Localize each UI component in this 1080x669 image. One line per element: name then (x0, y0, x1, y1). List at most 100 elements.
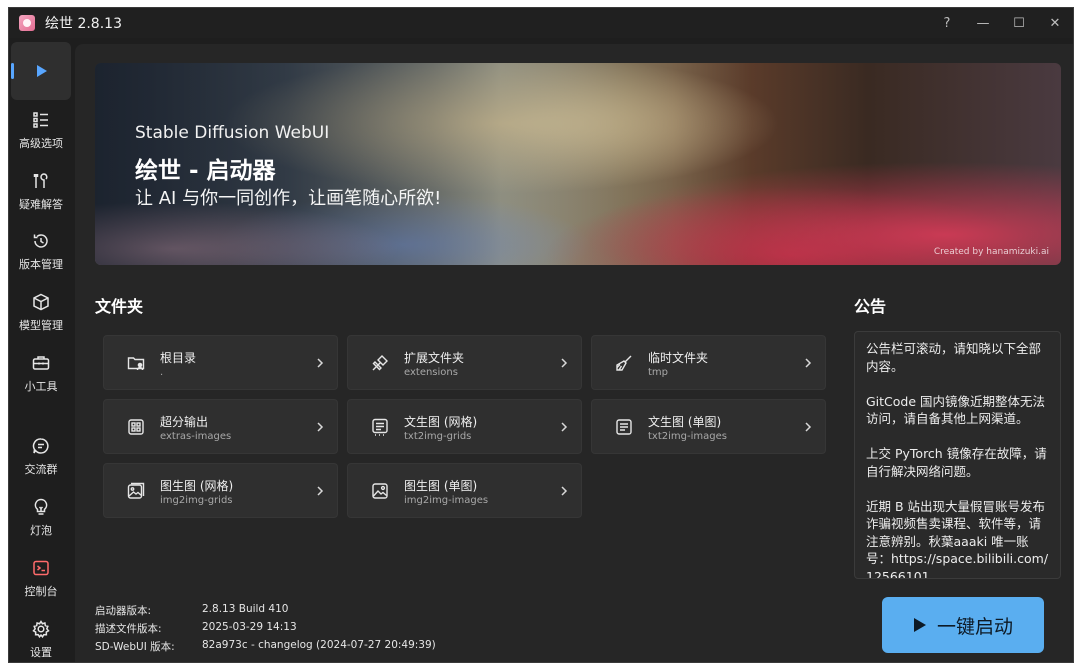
broom-icon (616, 355, 632, 371)
version-row-profile: 描述文件版本: 2025-03-29 14:13 (95, 621, 495, 637)
window-title: 绘世 2.8.13 (45, 16, 122, 32)
image-stack-icon (127, 482, 145, 499)
folders-heading: 文件夹 (95, 297, 144, 316)
play-icon (913, 618, 926, 632)
sidebar-item-label: 版本管理 (19, 257, 63, 271)
folder-card-img2img-grids[interactable]: 图生图 (网格) img2img-grids (103, 463, 338, 518)
version-value: 2025-03-29 14:13 (202, 621, 297, 633)
sidebar-item-label: 设置 (30, 645, 52, 659)
folder-name: 图生图 (单图) (404, 479, 478, 493)
version-key: 启动器版本: (95, 605, 152, 617)
folder-name: 文生图 (网格) (404, 415, 478, 429)
folder-person-icon (127, 357, 145, 371)
version-key: 描述文件版本: (95, 623, 162, 635)
sidebar-item-launch[interactable] (11, 42, 71, 100)
chevron-right-icon (317, 358, 324, 368)
sidebar-item-label: 交流群 (24, 462, 58, 476)
folder-path: . (160, 367, 164, 378)
folder-name: 扩展文件夹 (404, 351, 465, 365)
close-button[interactable]: ✕ (1037, 8, 1073, 38)
sidebar-item-console[interactable]: 控制台 (11, 549, 71, 607)
active-indicator (11, 63, 14, 79)
sidebar-item-models[interactable]: 模型管理 (11, 283, 71, 341)
launch-button-label: 一键启动 (936, 615, 1013, 638)
text-doc-icon (616, 419, 632, 435)
tools-icon (33, 172, 48, 188)
folder-name: 超分输出 (160, 415, 209, 429)
help-button[interactable]: ? (929, 8, 965, 38)
notice-heading: 公告 (854, 297, 887, 316)
help-icon: ? (943, 15, 951, 31)
minimize-icon: — (976, 15, 990, 31)
list-icon (33, 111, 48, 128)
banner-credit: Created by hanamizuki.ai (933, 247, 1049, 257)
banner-title: 绘世 - 启动器 (135, 158, 276, 184)
folder-path: extras-images (160, 431, 232, 442)
maximize-button[interactable]: ☐ (1001, 8, 1037, 38)
folder-path: img2img-grids (160, 495, 233, 506)
folder-card-extensions[interactable]: 扩展文件夹 extensions (347, 335, 582, 390)
version-row-webui: SD-WebUI 版本: 82a973c - changelog (2024-0… (95, 639, 495, 655)
chevron-right-icon (805, 358, 812, 368)
folder-card-txt2img-images[interactable]: 文生图 (单图) txt2img-images (591, 399, 826, 454)
sidebar-item-label: 灯泡 (30, 523, 52, 537)
folder-card-root[interactable]: 根目录 . (103, 335, 338, 390)
launch-button[interactable]: 一键启动 (882, 597, 1044, 653)
close-icon: ✕ (1049, 15, 1061, 31)
sidebar-item-tools[interactable]: 小工具 (11, 344, 71, 402)
folder-name: 文生图 (单图) (648, 415, 722, 429)
sidebar-item-lightbulb[interactable]: 灯泡 (11, 488, 71, 546)
sidebar-item-label: 控制台 (24, 584, 58, 598)
sidebar-item-settings[interactable]: 设置 (11, 610, 71, 662)
sidebar-item-label: 模型管理 (19, 318, 63, 332)
app-window: 绘世 2.8.13 ? — ☐ ✕ 高级选项 疑难解答 版本管理 模型管理 小工… (8, 7, 1074, 663)
sidebar-item-troubleshoot[interactable]: 疑难解答 (11, 162, 71, 220)
folder-name: 根目录 (160, 351, 197, 365)
sidebar-item-advanced[interactable]: 高级选项 (11, 101, 71, 159)
notice-board[interactable]: 公告栏可滚动，请知晓以下全部内容。 GitCode 国内镜像近期整体无法访问，请… (854, 331, 1061, 579)
app-logo-icon (19, 15, 35, 31)
version-row-launcher: 启动器版本: 2.8.13 Build 410 (95, 603, 495, 619)
plug-icon (372, 355, 388, 371)
console-icon (33, 560, 49, 575)
text-grid-icon (372, 418, 388, 436)
chevron-right-icon (805, 422, 812, 432)
version-key: SD-WebUI 版本: (95, 641, 175, 653)
chevron-right-icon (317, 422, 324, 432)
main-content: Stable Diffusion WebUI 绘世 - 启动器 让 AI 与你一… (75, 44, 1073, 662)
version-value[interactable]: 82a973c - changelog (2024-07-27 20:49:39… (202, 639, 436, 651)
chevron-right-icon (317, 486, 324, 496)
sidebar-item-versions[interactable]: 版本管理 (11, 222, 71, 280)
folder-card-extras[interactable]: 超分输出 extras-images (103, 399, 338, 454)
image-icon (372, 483, 388, 499)
sidebar-item-community[interactable]: 交流群 (11, 427, 71, 485)
sidebar: 高级选项 疑难解答 版本管理 模型管理 小工具 交流群 灯泡 控制台 设置 (9, 38, 73, 662)
chevron-right-icon (561, 486, 568, 496)
window-controls: ? — ☐ ✕ (929, 8, 1073, 38)
minimize-button[interactable]: — (965, 8, 1001, 38)
chevron-right-icon (561, 422, 568, 432)
play-icon (37, 65, 47, 77)
folder-path: img2img-images (404, 495, 489, 506)
banner-image: Stable Diffusion WebUI 绘世 - 启动器 让 AI 与你一… (95, 63, 1061, 265)
folder-name: 临时文件夹 (648, 351, 709, 365)
cube-icon (33, 293, 49, 310)
banner-slogan: 让 AI 与你一同创作，让画笔随心所欲! (135, 188, 442, 209)
sidebar-item-label: 小工具 (24, 379, 58, 393)
gear-icon (32, 619, 50, 638)
folder-path: txt2img-images (648, 431, 727, 442)
upscale-icon (128, 419, 144, 435)
folder-path: txt2img-grids (404, 431, 472, 442)
folder-path: tmp (648, 367, 669, 378)
history-icon (33, 233, 48, 248)
folder-card-img2img-images[interactable]: 图生图 (单图) img2img-images (347, 463, 582, 518)
folder-path: extensions (404, 367, 458, 378)
version-value: 2.8.13 Build 410 (202, 603, 289, 615)
banner-subtitle: Stable Diffusion WebUI (135, 123, 330, 143)
folder-name: 图生图 (网格) (160, 479, 234, 493)
sidebar-item-label: 高级选项 (19, 136, 63, 150)
folder-card-tmp[interactable]: 临时文件夹 tmp (591, 335, 826, 390)
folder-card-txt2img-grids[interactable]: 文生图 (网格) txt2img-grids (347, 399, 582, 454)
toolbox-icon (32, 355, 50, 370)
maximize-icon: ☐ (1013, 15, 1025, 31)
